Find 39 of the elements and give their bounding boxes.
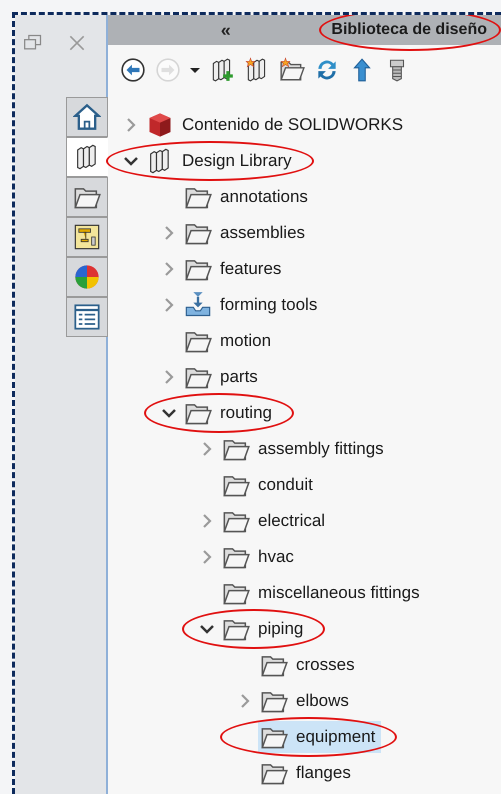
side-tab[interactable] xyxy=(66,137,108,177)
tree-item[interactable]: features xyxy=(182,253,288,285)
home-icon xyxy=(73,103,101,131)
side-tab[interactable] xyxy=(66,97,108,137)
tree-item[interactable]: electrical xyxy=(220,505,332,537)
new-folder-icon xyxy=(279,57,305,83)
list-icon xyxy=(73,303,101,331)
collapse-button[interactable]: « xyxy=(120,16,332,44)
tree-item[interactable]: assembly fittings xyxy=(220,433,390,465)
back-icon xyxy=(120,57,146,83)
toolbar-button[interactable] xyxy=(120,57,146,83)
side-tab[interactable] xyxy=(66,217,108,257)
palette-icon xyxy=(73,223,101,251)
tree-item[interactable]: crosses xyxy=(258,649,361,681)
side-tab[interactable] xyxy=(66,297,108,337)
caret-icon xyxy=(190,68,200,72)
dropdown-button[interactable] xyxy=(190,68,200,72)
tree-item[interactable]: elbows xyxy=(258,685,355,717)
tree-item[interactable]: Contenido de SOLIDWORKS xyxy=(144,109,410,141)
close-icon xyxy=(67,33,87,53)
panel-title: Biblioteca de diseño xyxy=(331,21,487,38)
tree-item[interactable]: hvac xyxy=(220,541,300,573)
tree-item[interactable]: parts xyxy=(182,361,264,393)
forward-icon xyxy=(155,57,181,83)
color-ball-icon xyxy=(73,263,101,291)
tree-item[interactable]: motion xyxy=(182,325,278,357)
tree-item[interactable]: annotations xyxy=(182,181,314,213)
tree-item[interactable]: forming tools xyxy=(182,289,324,321)
tree-item[interactable]: routing xyxy=(182,397,278,429)
tree-item[interactable]: equipment xyxy=(258,721,382,753)
side-tab[interactable] xyxy=(66,177,108,217)
tree-item[interactable]: miscellaneous fittings xyxy=(220,577,426,609)
tray-icon xyxy=(184,291,212,319)
tree-item[interactable]: Design Library xyxy=(144,145,298,177)
tree-item[interactable]: assemblies xyxy=(182,217,312,249)
tree-item[interactable]: piping xyxy=(220,613,310,645)
toolbar-button[interactable] xyxy=(279,57,305,83)
tree-item[interactable]: conduit xyxy=(220,469,319,501)
tree-item[interactable]: flanges xyxy=(258,757,357,789)
